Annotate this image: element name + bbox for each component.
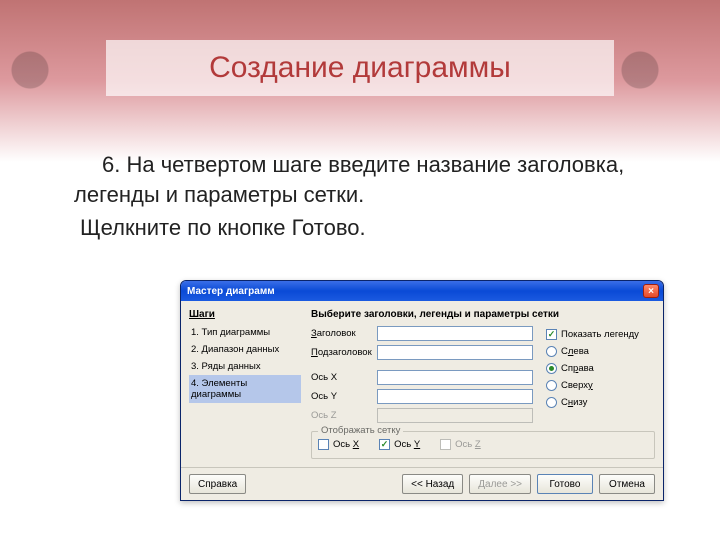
finish-button[interactable]: Готово bbox=[537, 474, 593, 494]
steps-heading: Шаги bbox=[189, 309, 301, 320]
axis-y-input[interactable] bbox=[377, 389, 533, 404]
chart-wizard-dialog: Мастер диаграмм × Шаги 1. Тип диаграммы … bbox=[180, 280, 664, 501]
grid-y-label: Ось Y bbox=[394, 439, 420, 450]
show-legend-checkbox[interactable] bbox=[546, 329, 557, 340]
grid-x-label: Ось X bbox=[333, 439, 359, 450]
legend-top-radio[interactable] bbox=[546, 380, 557, 391]
step-3[interactable]: 3. Ряды данных bbox=[189, 358, 301, 375]
cancel-button[interactable]: Отмена bbox=[599, 474, 655, 494]
grid-x-checkbox[interactable] bbox=[318, 439, 329, 450]
close-button[interactable]: × bbox=[643, 284, 659, 298]
legend-left-radio[interactable] bbox=[546, 346, 557, 357]
show-legend-row[interactable]: Показать легенду bbox=[546, 326, 654, 343]
grid-y-row[interactable]: Ось Y bbox=[379, 439, 420, 450]
axis-z-row: Ось Z bbox=[311, 406, 533, 425]
axis-y-label: Ось Y bbox=[311, 391, 373, 402]
options-panel: Выберите заголовки, легенды и параметры … bbox=[311, 309, 655, 459]
legend-right-row[interactable]: Справа bbox=[546, 360, 654, 377]
button-bar: Справка << Назад Далее >> Готово Отмена bbox=[181, 467, 663, 500]
next-button: Далее >> bbox=[469, 474, 531, 494]
axis-x-input[interactable] bbox=[377, 370, 533, 385]
show-legend-label: Показать легенду bbox=[561, 329, 639, 340]
legend-left-label: Слева bbox=[561, 346, 589, 357]
page-title: Создание диаграммы bbox=[209, 51, 511, 85]
grid-y-checkbox[interactable] bbox=[379, 439, 390, 450]
step-2[interactable]: 2. Диапазон данных bbox=[189, 341, 301, 358]
step-1[interactable]: 1. Тип диаграммы bbox=[189, 324, 301, 341]
axis-z-label: Ось Z bbox=[311, 410, 373, 421]
legend-top-label: Сверху bbox=[561, 380, 593, 391]
legend-group: Показать легенду Слева Справа Сверху bbox=[545, 324, 655, 425]
grid-legend: Отображать сетку bbox=[318, 425, 403, 436]
grid-group: Отображать сетку Ось X Ось Y Ось Z bbox=[311, 431, 655, 459]
subtitle-row: Подзаголовок bbox=[311, 343, 533, 362]
grid-z-label: Ось Z bbox=[455, 439, 481, 450]
legend-bottom-label: Снизу bbox=[561, 397, 587, 408]
grid-z-checkbox bbox=[440, 439, 451, 450]
legend-left-row[interactable]: Слева bbox=[546, 343, 654, 360]
instruction-line-2: Щелкните по кнопке Готово. bbox=[74, 213, 634, 243]
axis-x-row: Ось X bbox=[311, 368, 533, 387]
axis-z-input bbox=[377, 408, 533, 423]
steps-panel: Шаги 1. Тип диаграммы 2. Диапазон данных… bbox=[189, 309, 301, 459]
legend-right-label: Справа bbox=[561, 363, 594, 374]
step-4[interactable]: 4. Элементы диаграммы bbox=[189, 375, 301, 403]
window-title: Мастер диаграмм bbox=[187, 286, 643, 297]
legend-top-row[interactable]: Сверху bbox=[546, 377, 654, 394]
titles-group: Заголовок Подзаголовок Ось X Ось Y bbox=[311, 324, 533, 425]
instruction-line-1: 6. На четвертом шаге введите название за… bbox=[74, 150, 634, 209]
title-row: Заголовок bbox=[311, 324, 533, 343]
title-label: Заголовок bbox=[311, 328, 373, 339]
subtitle-label: Подзаголовок bbox=[311, 347, 373, 358]
help-button[interactable]: Справка bbox=[189, 474, 246, 494]
grid-z-row: Ось Z bbox=[440, 439, 481, 450]
legend-bottom-radio[interactable] bbox=[546, 397, 557, 408]
back-button[interactable]: << Назад bbox=[402, 474, 463, 494]
options-heading: Выберите заголовки, легенды и параметры … bbox=[311, 309, 655, 320]
grid-x-row[interactable]: Ось X bbox=[318, 439, 359, 450]
axis-x-label: Ось X bbox=[311, 372, 373, 383]
axis-y-row: Ось Y bbox=[311, 387, 533, 406]
title-band: Создание диаграммы bbox=[106, 40, 614, 96]
legend-bottom-row[interactable]: Снизу bbox=[546, 394, 654, 411]
title-input[interactable] bbox=[377, 326, 533, 341]
legend-right-radio[interactable] bbox=[546, 363, 557, 374]
instruction-text: 6. На четвертом шаге введите название за… bbox=[74, 150, 634, 243]
subtitle-input[interactable] bbox=[377, 345, 533, 360]
close-icon: × bbox=[648, 286, 654, 297]
titlebar[interactable]: Мастер диаграмм × bbox=[181, 281, 663, 301]
